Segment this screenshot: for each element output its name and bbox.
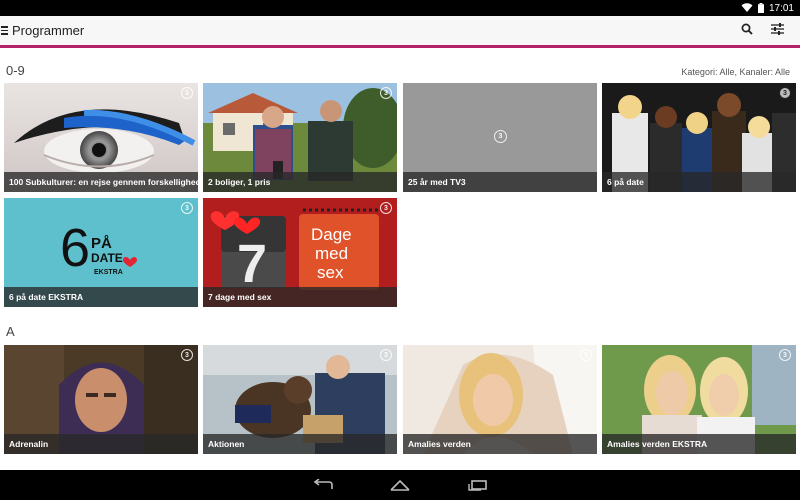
recent-apps-icon[interactable] — [466, 479, 488, 491]
wifi-icon — [741, 3, 753, 13]
system-navigation-bar — [0, 470, 800, 500]
program-title: 2 boliger, 1 pris — [203, 172, 397, 192]
action-bar: Programmer — [0, 16, 800, 48]
search-icon[interactable] — [741, 22, 753, 40]
program-list[interactable]: 0-9 Kategori: Alle, Kanaler: Alle 3 100 … — [0, 51, 800, 470]
artwork-date: DATE — [91, 251, 123, 265]
artwork-number: 6 — [60, 218, 90, 278]
program-tile[interactable]: 7 Dage med sex 3 7 dage med sex — [203, 198, 397, 307]
tv3-logo-icon: 3 — [580, 349, 592, 361]
tv3-logo-icon: 3 — [380, 87, 392, 99]
program-title: 25 år med TV3 — [403, 172, 597, 192]
program-title: 6 på date EKSTRA — [4, 287, 198, 307]
program-title: Adrenalin — [4, 434, 198, 454]
page-title: Programmer — [12, 23, 85, 38]
program-title: 6 på date — [602, 172, 796, 192]
menu-icon[interactable] — [1, 26, 11, 35]
tv3-logo-icon: 3 — [494, 130, 507, 143]
program-title: Aktionen — [203, 434, 397, 454]
program-tile[interactable]: 3 25 år med TV3 — [403, 83, 597, 192]
artwork-line2: med — [315, 244, 348, 263]
section-header-a: A — [6, 324, 15, 339]
filter-settings-icon[interactable] — [771, 22, 784, 40]
program-tile[interactable]: 3 Adrenalin — [4, 345, 198, 454]
program-tile[interactable]: 3 2 boliger, 1 pris — [203, 83, 397, 192]
program-title: 7 dage med sex — [203, 287, 397, 307]
status-bar: 17:01 — [0, 0, 800, 16]
program-tile[interactable]: 3 Aktionen — [203, 345, 397, 454]
tv3-logo-icon: 3 — [779, 87, 791, 99]
artwork-number: 7 — [237, 234, 267, 294]
program-title: Amalies verden EKSTRA — [602, 434, 796, 454]
program-title: 100 Subkulturer: en rejse gennem forskel… — [4, 172, 198, 192]
section-header-0-9: 0-9 — [6, 63, 25, 78]
battery-icon — [757, 3, 764, 13]
clock: 17:01 — [768, 2, 794, 14]
program-tile[interactable]: 3 6 på date — [602, 83, 796, 192]
artwork-line1: Dage — [311, 225, 352, 244]
program-title: Amalies verden — [403, 434, 597, 454]
tv3-logo-icon: 3 — [181, 349, 193, 361]
program-tile[interactable]: 6 PÅ DATE EKSTRA 3 6 på date EKSTRA — [4, 198, 198, 307]
tv3-logo-icon: 3 — [380, 349, 392, 361]
heart-icon — [123, 257, 137, 267]
home-icon[interactable] — [389, 479, 411, 491]
tv3-logo-icon: 3 — [181, 202, 193, 214]
artwork-line3: sex — [317, 263, 344, 282]
filter-summary[interactable]: Kategori: Alle, Kanaler: Alle — [681, 67, 790, 77]
program-tile[interactable]: 3 100 Subkulturer: en rejse gennem forsk… — [4, 83, 198, 192]
tv3-logo-icon: 3 — [380, 202, 392, 214]
program-tile[interactable]: 3 Amalies verden EKSTRA — [602, 345, 796, 454]
artwork-ekstra: EKSTRA — [94, 269, 123, 276]
back-icon[interactable] — [312, 479, 334, 491]
artwork-pa: PÅ — [91, 235, 112, 252]
tv3-logo-icon: 3 — [779, 349, 791, 361]
program-tile[interactable]: 3 Amalies verden — [403, 345, 597, 454]
tv3-logo-icon: 3 — [181, 87, 193, 99]
